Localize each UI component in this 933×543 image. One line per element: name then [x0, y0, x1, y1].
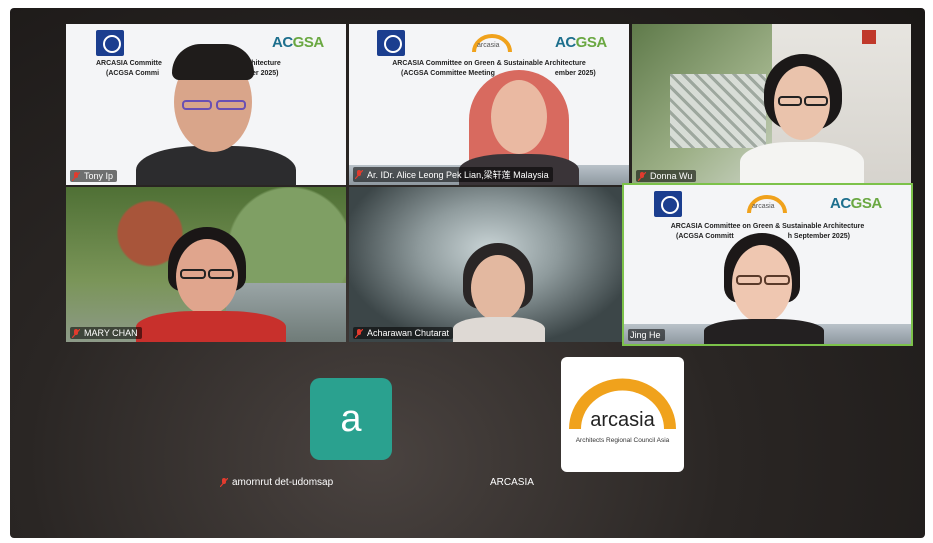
mic-muted-icon [355, 328, 363, 338]
participant-body [453, 317, 545, 342]
mic-muted-icon [72, 171, 80, 181]
glasses [736, 275, 762, 285]
banner-line1: ARCASIA Committee on Green & Sustainable… [670, 223, 865, 230]
glasses [182, 100, 212, 110]
acgsa-logo: ACGSA [555, 34, 607, 51]
video-tile-alice-leong[interactable]: arcasia ACGSA ARCASIA Committee on Green… [349, 24, 629, 185]
arcasia-wordmark: arcasia [590, 409, 655, 431]
participant-head [471, 255, 525, 321]
mic-muted-icon [638, 171, 646, 181]
video-tile-jing-he[interactable]: arcasia ACGSA ARCASIA Committee on Green… [622, 183, 913, 346]
glasses [180, 269, 206, 279]
participant-avatar-tile[interactable]: a [310, 378, 392, 460]
arcasia-shield-logo [654, 191, 682, 217]
glasses [208, 269, 234, 279]
video-tile-tony-ip[interactable]: ACGSA ARCASIA Committeable Architecture … [66, 24, 346, 185]
logo-name-tag: ARCASIA [490, 477, 534, 488]
arcasia-shield-logo [377, 30, 405, 56]
video-tile-donna-wu[interactable]: Donna Wu [632, 24, 911, 185]
acgsa-logo: ACGSA [272, 34, 324, 51]
background-lattice [670, 74, 766, 148]
participant-name-tag: Tony Ip [70, 170, 118, 182]
glasses [764, 275, 790, 285]
participant-name-tag: Acharawan Chutarat [353, 327, 454, 339]
participant-name-tag: MARY CHAN [70, 327, 142, 339]
meeting-window: ACGSA ARCASIA Committeable Architecture … [10, 8, 925, 538]
banner-line1: ARCASIA Committee on Green & Sustainable… [392, 60, 586, 67]
participant-body [740, 142, 864, 185]
arcasia-arch-logo: arcasia [471, 32, 513, 54]
participant-hair [172, 44, 254, 80]
participant-name-tag: Jing He [628, 329, 665, 341]
participant-body [704, 319, 824, 344]
mic-muted-icon [220, 478, 228, 487]
glasses [216, 100, 246, 110]
arcasia-logo-tile[interactable]: arcasia Architects Regional Council Asia [561, 357, 684, 472]
arcasia-shield-logo [96, 30, 124, 56]
glasses [804, 96, 828, 106]
acgsa-logo: ACGSA [830, 195, 882, 212]
arcasia-subtitle: Architects Regional Council Asia [575, 437, 670, 444]
mic-muted-icon [355, 170, 363, 179]
photo-frame: ACGSA ARCASIA Committeable Architecture … [0, 0, 933, 543]
mic-muted-icon [72, 328, 80, 338]
participant-name-tag: Donna Wu [636, 170, 697, 182]
video-tile-mary-chan[interactable]: MARY CHAN [66, 187, 346, 342]
corner-logo [862, 30, 876, 44]
video-tile-acharawan-chutarat[interactable]: Acharawan Chutarat [349, 187, 629, 342]
avatar-name-tag: amornrut det-udomsap [220, 477, 333, 488]
avatar-letter: a [340, 397, 362, 440]
participant-head [491, 80, 547, 154]
participant-name-tag: Ar. IDr. Alice Leong Pek Lian,梁轩莲 Malays… [353, 167, 553, 182]
participant-body [136, 311, 286, 342]
glasses [778, 96, 802, 106]
arcasia-arch-logo: arcasia [746, 193, 788, 215]
